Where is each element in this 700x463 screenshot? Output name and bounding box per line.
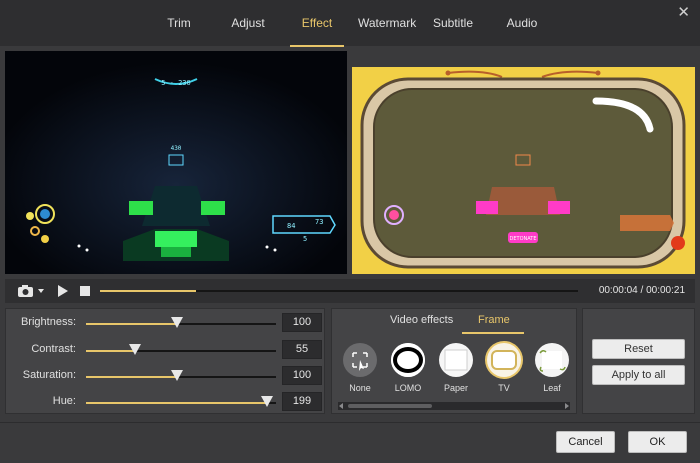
tv-frame-icon (487, 343, 521, 377)
brightness-label: Brightness: (20, 316, 76, 328)
saturation-value[interactable]: 100 (282, 366, 322, 385)
time-display: 00:00:04 / 00:00:21 (598, 285, 685, 296)
saturation-row: Saturation: 100 (6, 366, 326, 386)
saturation-fill (86, 376, 178, 378)
frame-label-paper: Paper (443, 383, 469, 393)
close-icon[interactable]: ✕ (677, 3, 690, 21)
preview-badge-text: DETONATE (510, 236, 537, 242)
leaf-frame-icon (535, 343, 569, 377)
brightness-slider[interactable] (86, 317, 276, 328)
hue-value[interactable]: 199 (282, 392, 322, 411)
hud-right-readout-a: 73 (315, 218, 323, 226)
playback-progress (100, 290, 196, 292)
contrast-thumb[interactable] (129, 344, 142, 355)
brightness-fill (86, 323, 178, 325)
ok-button[interactable]: OK (628, 431, 687, 453)
contrast-label: Contrast: (31, 343, 76, 355)
frame-option-lomo[interactable]: LOMO (386, 343, 430, 393)
stop-icon[interactable] (79, 285, 91, 297)
tab-effect[interactable]: Effect (290, 12, 344, 47)
contrast-slider[interactable] (86, 344, 276, 355)
tab-subtitle[interactable]: Subtitle (432, 12, 474, 46)
scroll-right-icon[interactable] (564, 403, 569, 409)
play-icon[interactable] (57, 284, 69, 298)
original-preview: 5 - 230 430 73 84 5 (5, 51, 347, 274)
hue-label: Hue: (52, 395, 76, 407)
contrast-fill (86, 350, 136, 352)
hud-right-readout-b: 84 (287, 222, 295, 230)
effect-preview: DETONATE (352, 67, 695, 274)
saturation-thumb[interactable] (171, 370, 184, 381)
chevron-down-icon[interactable] (38, 288, 44, 294)
frame-option-tv[interactable]: TV (482, 343, 526, 393)
effect-tabbar: Trim Adjust Effect Watermark Subtitle Au… (0, 0, 700, 47)
hud-top-readout: 5 - 230 (161, 79, 191, 87)
frame-panel: Video effects Frame None LOMO Paper TV L… (331, 308, 577, 414)
contrast-value[interactable]: 55 (282, 340, 322, 359)
camera-icon[interactable] (17, 283, 37, 299)
hue-thumb[interactable] (260, 396, 273, 407)
frame-label-lomo: LOMO (394, 383, 422, 393)
saturation-label: Saturation: (22, 369, 76, 381)
frame-scrollbar[interactable] (338, 402, 570, 410)
paper-frame-icon (439, 343, 473, 377)
playback-timeline[interactable] (100, 290, 578, 292)
saturation-slider[interactable] (86, 370, 276, 381)
contrast-row: Contrast: 55 (6, 340, 326, 360)
apply-to-all-button[interactable]: Apply to all (592, 365, 685, 385)
frame-scrollbar-thumb[interactable] (348, 404, 432, 408)
frame-option-paper[interactable]: Paper (434, 343, 478, 393)
brightness-value[interactable]: 100 (282, 313, 322, 332)
actions-panel: Reset Apply to all (582, 308, 695, 414)
tab-audio[interactable]: Audio (506, 12, 538, 46)
effect-subtabs: Video effects Frame (332, 309, 576, 334)
effect-preview-image: DETONATE (352, 67, 695, 274)
hue-row: Hue: 199 (6, 392, 326, 412)
brightness-thumb[interactable] (171, 317, 184, 328)
frame-label-leaf: Leaf (543, 383, 561, 393)
frame-tab-underline (462, 332, 524, 334)
adjust-panel: Brightness: 100 Contrast: 55 Saturation:… (5, 308, 325, 414)
tab-adjust[interactable]: Adjust (228, 12, 268, 46)
reset-button[interactable]: Reset (592, 339, 685, 359)
hud-mid-readout: 430 (171, 145, 182, 152)
scroll-left-icon[interactable] (339, 403, 344, 409)
frame-label-tv: TV (498, 383, 510, 393)
brightness-row: Brightness: 100 (6, 313, 326, 333)
tab-trim[interactable]: Trim (164, 12, 194, 46)
hud-right-readout-c: 5 (303, 235, 307, 243)
original-preview-image: 5 - 230 430 73 84 5 (5, 51, 347, 274)
cancel-button[interactable]: Cancel (556, 431, 615, 453)
tab-video-effects[interactable]: Video effects (390, 314, 453, 326)
footer-divider (0, 422, 700, 423)
hue-fill (86, 402, 267, 404)
hue-slider[interactable] (86, 396, 276, 407)
playback-bar: 00:00:04 / 00:00:21 (5, 279, 695, 303)
tab-frame[interactable]: Frame (478, 314, 510, 326)
lomo-frame-icon (391, 343, 425, 377)
frame-label-none: None (349, 383, 371, 393)
frame-option-leaf[interactable]: Leaf (530, 343, 574, 393)
frame-option-none[interactable]: None (338, 343, 382, 393)
tab-watermark[interactable]: Watermark (358, 12, 416, 46)
none-frame-icon (343, 343, 377, 377)
